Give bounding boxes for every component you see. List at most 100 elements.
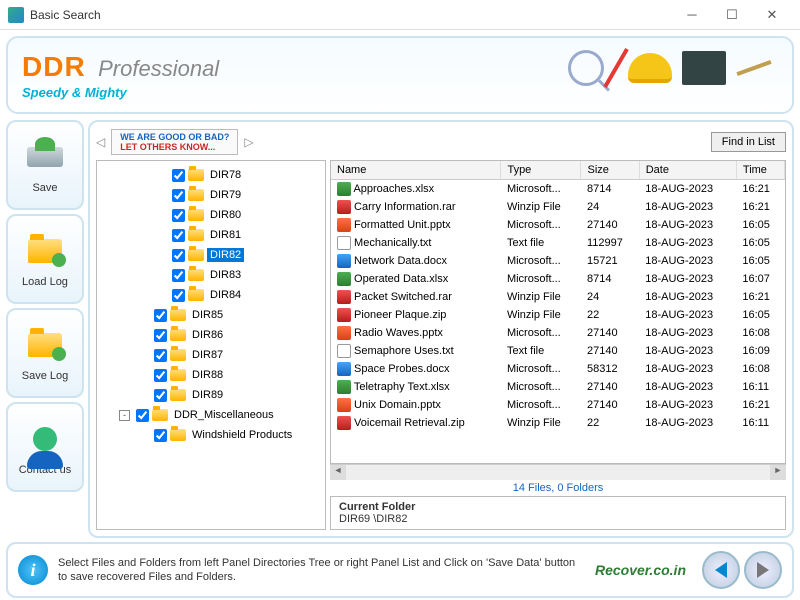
tree-checkbox[interactable] (154, 369, 167, 382)
zip-file-icon (337, 308, 351, 322)
cell-date: 18-AUG-2023 (639, 216, 736, 234)
tree-checkbox[interactable] (154, 309, 167, 322)
tree-node-label: DIR87 (189, 348, 226, 362)
tree-node[interactable]: DIR83 (97, 265, 325, 285)
cell-date: 18-AUG-2023 (639, 288, 736, 306)
column-header[interactable]: Date (639, 161, 736, 180)
info-icon: i (18, 555, 48, 585)
column-header[interactable]: Type (501, 161, 581, 180)
brand-logo: DDR (22, 51, 86, 82)
tree-checkbox[interactable] (136, 409, 149, 422)
tree-node-label: DIR86 (189, 328, 226, 342)
cell-name: Semaphore Uses.txt (331, 342, 501, 360)
table-row[interactable]: Pioneer Plaque.zipWinzip File2218-AUG-20… (331, 306, 785, 324)
table-row[interactable]: Semaphore Uses.txtText file2714018-AUG-2… (331, 342, 785, 360)
forward-button[interactable] (744, 551, 782, 589)
zip-file-icon (337, 416, 351, 430)
table-row[interactable]: Space Probes.docxMicrosoft...5831218-AUG… (331, 360, 785, 378)
table-row[interactable]: Mechanically.txtText file11299718-AUG-20… (331, 234, 785, 252)
tree-checkbox[interactable] (172, 209, 185, 222)
contact-us-button[interactable]: Contact us (6, 402, 84, 492)
table-row[interactable]: Approaches.xlsxMicrosoft...871418-AUG-20… (331, 180, 785, 199)
scroll-right-icon[interactable]: ► (770, 465, 786, 480)
tree-node[interactable]: DIR78 (97, 165, 325, 185)
back-button[interactable] (702, 551, 740, 589)
cell-name: Teletraphy Text.xlsx (331, 378, 501, 396)
cell-type: Microsoft... (501, 180, 581, 199)
tree-checkbox[interactable] (154, 349, 167, 362)
tree-node[interactable]: DIR89 (97, 385, 325, 405)
tree-node[interactable]: DIR82 (97, 245, 325, 265)
save-button[interactable]: Save (6, 120, 84, 210)
speech-next-icon[interactable]: ▷ (244, 135, 253, 149)
cell-time: 16:21 (736, 198, 784, 216)
window-title: Basic Search (30, 8, 672, 22)
tree-checkbox[interactable] (172, 229, 185, 242)
expand-toggle[interactable]: - (119, 410, 130, 421)
table-row[interactable]: Carry Information.rarWinzip File2418-AUG… (331, 198, 785, 216)
cell-time: 16:05 (736, 234, 784, 252)
table-row[interactable]: Network Data.docxMicrosoft...1572118-AUG… (331, 252, 785, 270)
cell-name: Unix Domain.pptx (331, 396, 501, 414)
find-in-list-button[interactable]: Find in List (711, 132, 786, 152)
tree-node[interactable]: Windshield Products (97, 425, 325, 445)
tree-checkbox[interactable] (154, 389, 167, 402)
table-row[interactable]: Unix Domain.pptxMicrosoft...2714018-AUG-… (331, 396, 785, 414)
file-list-header[interactable]: NameTypeSizeDateTime (331, 161, 785, 180)
tree-node[interactable]: DIR88 (97, 365, 325, 385)
cell-name: Operated Data.xlsx (331, 270, 501, 288)
directory-tree[interactable]: DIR78 DIR79 DIR80DIR81DIR82DIR83DIR84DIR85… (96, 160, 326, 530)
tree-node[interactable]: DIR85 (97, 305, 325, 325)
column-header[interactable]: Size (581, 161, 639, 180)
footer-message: Select Files and Folders from left Panel… (58, 556, 585, 585)
load-log-button[interactable]: Load Log (6, 214, 84, 304)
horizontal-scrollbar[interactable]: ◄ ► (330, 464, 786, 480)
speech-prev-icon[interactable]: ◁ (96, 135, 105, 149)
cell-date: 18-AUG-2023 (639, 252, 736, 270)
pptx-file-icon (337, 398, 351, 412)
column-header[interactable]: Time (736, 161, 784, 180)
file-list[interactable]: NameTypeSizeDateTime Approaches.xlsxMicr… (330, 160, 786, 464)
table-row[interactable]: Formatted Unit.pptxMicrosoft...2714018-A… (331, 216, 785, 234)
maximize-button[interactable]: ☐ (712, 1, 752, 29)
rar-file-icon (337, 200, 351, 214)
feedback-banner[interactable]: WE ARE GOOD OR BAD? LET OTHERS KNOW... (111, 129, 238, 155)
cell-date: 18-AUG-2023 (639, 378, 736, 396)
tree-checkbox[interactable] (154, 329, 167, 342)
close-button[interactable]: ✕ (752, 1, 792, 29)
scroll-left-icon[interactable]: ◄ (330, 465, 346, 480)
cell-date: 18-AUG-2023 (639, 270, 736, 288)
cell-date: 18-AUG-2023 (639, 324, 736, 342)
current-folder-heading: Current Folder (339, 501, 777, 513)
table-row[interactable]: Voicemail Retrieval.zipWinzip File2218-A… (331, 414, 785, 432)
tree-node[interactable]: DIR79 (97, 185, 325, 205)
tree-node[interactable]: -DDR_Miscellaneous (97, 405, 325, 425)
tree-checkbox[interactable] (172, 189, 185, 202)
save-log-button[interactable]: Save Log (6, 308, 84, 398)
tree-node-label: DIR79 (207, 188, 244, 202)
tree-node[interactable]: DIR84 (97, 285, 325, 305)
tree-node-label: DIR89 (189, 388, 226, 402)
table-row[interactable]: Operated Data.xlsxMicrosoft...871418-AUG… (331, 270, 785, 288)
table-row[interactable]: Teletraphy Text.xlsxMicrosoft...2714018-… (331, 378, 785, 396)
tree-node[interactable]: DIR81 (97, 225, 325, 245)
cell-time: 16:07 (736, 270, 784, 288)
tree-checkbox[interactable] (172, 269, 185, 282)
minimize-button[interactable]: ─ (672, 1, 712, 29)
tree-node[interactable]: DIR80 (97, 205, 325, 225)
folder-save-icon (28, 333, 62, 357)
tree-node[interactable]: DIR86 (97, 325, 325, 345)
table-row[interactable]: Radio Waves.pptxMicrosoft...2714018-AUG-… (331, 324, 785, 342)
column-header[interactable]: Name (331, 161, 501, 180)
tree-checkbox[interactable] (172, 169, 185, 182)
tree-checkbox[interactable] (154, 429, 167, 442)
cell-date: 18-AUG-2023 (639, 234, 736, 252)
cell-type: Winzip File (501, 414, 581, 432)
cell-type: Microsoft... (501, 270, 581, 288)
table-row[interactable]: Packet Switched.rarWinzip File2418-AUG-2… (331, 288, 785, 306)
tree-checkbox[interactable] (172, 249, 185, 262)
tree-node[interactable]: DIR87 (97, 345, 325, 365)
tree-checkbox[interactable] (172, 289, 185, 302)
cell-size: 8714 (581, 270, 639, 288)
cell-type: Microsoft... (501, 360, 581, 378)
